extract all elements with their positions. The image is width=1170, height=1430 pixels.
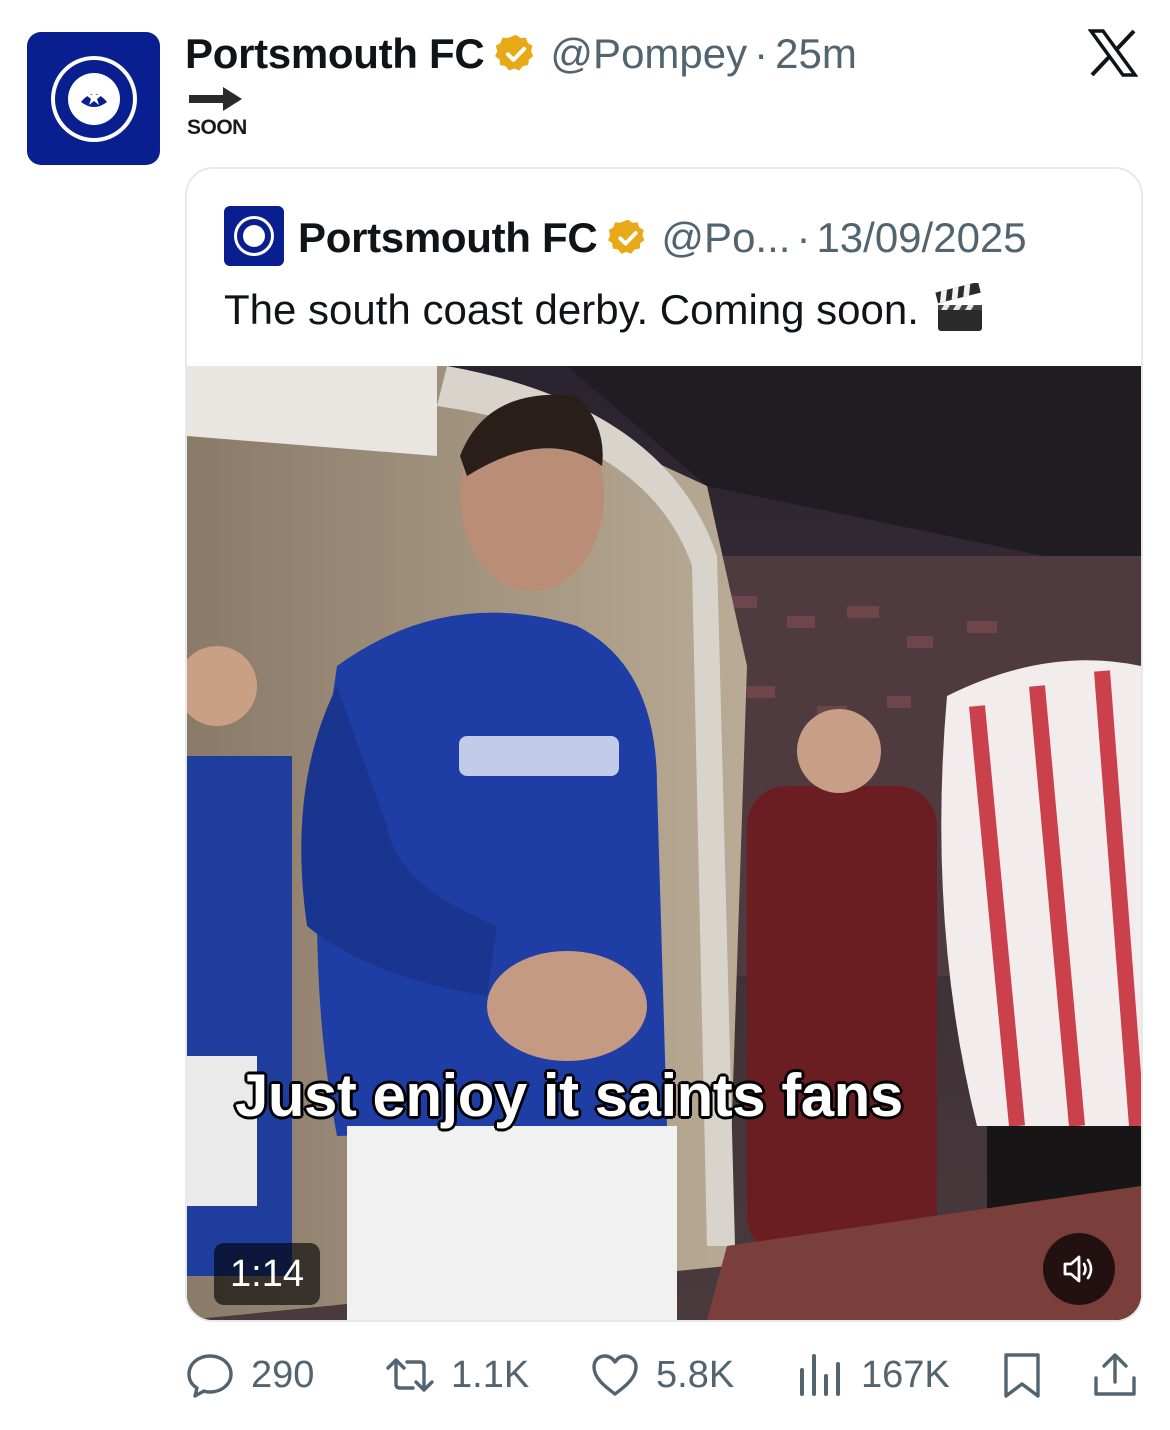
separator-dot: · [796, 214, 811, 261]
author-name[interactable]: Portsmouth FC [185, 30, 485, 78]
speaker-icon [1063, 1255, 1093, 1283]
tweet-screen: Portsmouth FC @Pompey · 25m SOON Portsmo… [0, 0, 1170, 1430]
reply-count: 290 [251, 1353, 315, 1396]
share-icon [1094, 1353, 1136, 1396]
action-bar: 290 1.1K 5.8K 167K [185, 1340, 1145, 1410]
repost-button[interactable]: 1.1K [385, 1340, 529, 1410]
reply-button[interactable]: 290 [185, 1340, 314, 1410]
heart-icon [592, 1354, 638, 1396]
quoted-author-avatar [224, 206, 284, 266]
share-button[interactable] [1090, 1340, 1140, 1410]
bookmark-button[interactable] [997, 1340, 1047, 1410]
video-caption: Just enjoy it saints fans [235, 1062, 903, 1129]
quoted-header: Portsmouth FC @Po... · 13/09/2025 [298, 210, 1027, 266]
author-handle[interactable]: @Pompey [550, 30, 747, 78]
bookmark-icon [1004, 1353, 1040, 1398]
author-avatar[interactable] [27, 32, 160, 165]
view-count: 167K [861, 1353, 950, 1396]
like-count: 5.8K [656, 1353, 735, 1396]
x-logo-icon [1088, 29, 1138, 77]
tweet-header: Portsmouth FC @Pompey · 25m [185, 26, 857, 82]
verified-badge-icon [608, 219, 645, 254]
soon-label: SOON [187, 116, 247, 139]
verified-badge-icon [495, 34, 534, 71]
quoted-date: 13/09/2025 [816, 214, 1027, 261]
reply-icon [187, 1354, 233, 1398]
video-player[interactable]: Just enjoy it saints fans 1:14 [187, 366, 1141, 1320]
clapper-board-icon [935, 283, 982, 331]
video-frame-image [187, 366, 1141, 1320]
separator-dot: · [754, 30, 769, 77]
repost-icon [386, 1358, 434, 1392]
club-crest-icon [50, 55, 137, 142]
repost-count: 1.1K [451, 1353, 530, 1396]
quoted-text: The south coast derby. Coming soon. [224, 286, 919, 333]
quoted-handle: @Po... [661, 214, 791, 261]
quoted-text-row: The south coast derby. Coming soon. [224, 283, 987, 337]
quoted-author-name: Portsmouth FC [298, 214, 598, 261]
analytics-bar-icon [800, 1354, 840, 1396]
quoted-tweet[interactable]: Portsmouth FC @Po... · 13/09/2025 The so… [185, 167, 1143, 1322]
video-duration: 1:14 [214, 1243, 320, 1305]
like-button[interactable]: 5.8K [590, 1340, 734, 1410]
post-time[interactable]: 25m [775, 30, 857, 78]
sound-toggle-button[interactable] [1043, 1233, 1115, 1305]
views-button[interactable]: 167K [795, 1340, 950, 1410]
